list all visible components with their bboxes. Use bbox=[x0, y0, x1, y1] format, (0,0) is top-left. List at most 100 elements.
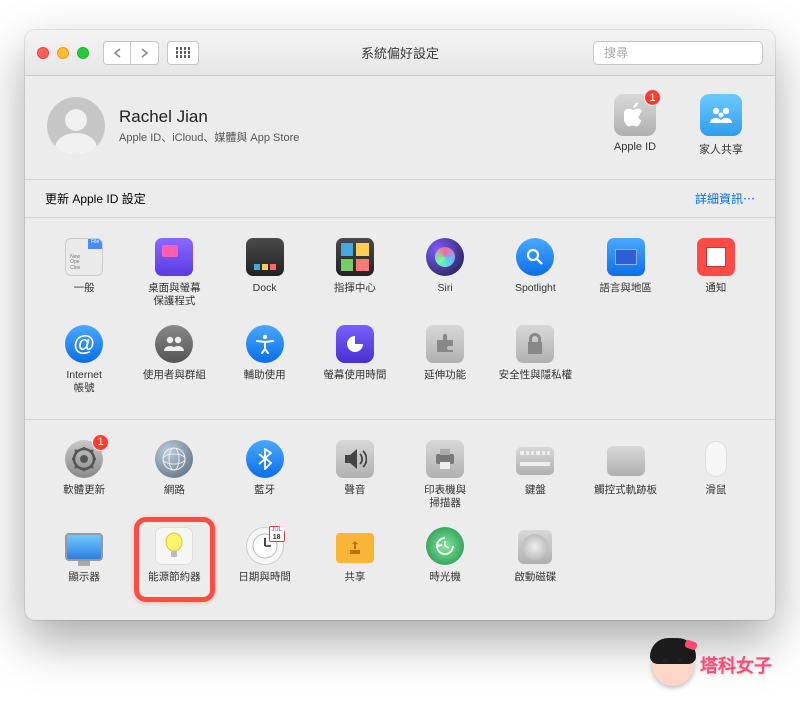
trackpad-icon bbox=[606, 439, 646, 479]
desktop-icon bbox=[154, 237, 194, 277]
network-icon bbox=[154, 439, 194, 479]
pref-accessibility[interactable]: 輔助使用 bbox=[220, 319, 310, 400]
pref-datetime[interactable]: JUL18日期與時間 bbox=[220, 521, 310, 602]
pref-label: 桌面與螢幕保護程式 bbox=[148, 282, 201, 308]
back-button[interactable] bbox=[103, 41, 131, 65]
section-2: 1 軟體更新 網路 藍牙聲音 印表機與掃描器鍵盤 觸控式軌跡板 滑鼠 顯示器 能源節約器 JUL… bbox=[25, 420, 775, 620]
badge: 1 bbox=[644, 89, 661, 106]
mouse-icon bbox=[696, 439, 736, 479]
pref-software[interactable]: 1 軟體更新 bbox=[39, 434, 129, 515]
pref-sound[interactable]: 聲音 bbox=[310, 434, 400, 515]
pref-bluetooth[interactable]: 藍牙 bbox=[220, 434, 310, 515]
pref-label: Siri bbox=[438, 282, 453, 308]
pref-label: 共享 bbox=[344, 571, 365, 597]
pref-trackpad[interactable]: 觸控式軌跡板 bbox=[581, 434, 671, 515]
family-label: 家人共享 bbox=[699, 141, 743, 157]
pref-extensions[interactable]: 延伸功能 bbox=[400, 319, 490, 400]
pref-spotlight[interactable]: Spotlight bbox=[490, 232, 580, 313]
pref-label: 安全性與隱私權 bbox=[499, 369, 573, 395]
family-item[interactable]: 家人共享 bbox=[689, 94, 753, 157]
pref-dock[interactable]: Dock bbox=[220, 232, 310, 313]
pref-siri[interactable]: Siri bbox=[400, 232, 490, 313]
pref-timemachine[interactable]: 時光機 bbox=[400, 521, 490, 602]
chevron-right-icon bbox=[140, 48, 149, 58]
extensions-icon bbox=[425, 324, 465, 364]
pref-network[interactable]: 網路 bbox=[129, 434, 219, 515]
pref-label: 語言與地區 bbox=[599, 282, 652, 308]
profile-row: Rachel Jian Apple ID、iCloud、媒體與 App Stor… bbox=[25, 76, 775, 180]
dock-icon bbox=[245, 237, 285, 277]
pref-notifications[interactable]: 通知 bbox=[671, 232, 761, 313]
pref-label: Spotlight bbox=[515, 282, 556, 308]
search-input[interactable] bbox=[604, 46, 759, 60]
pref-label: 輔助使用 bbox=[244, 369, 286, 395]
pref-sharing[interactable]: 共享 bbox=[310, 521, 400, 602]
timemachine-icon bbox=[425, 526, 465, 566]
pref-printers[interactable]: 印表機與掃描器 bbox=[400, 434, 490, 515]
pref-general[interactable]: FileNewOpeClos一般 bbox=[39, 232, 129, 313]
people-icon bbox=[707, 105, 735, 125]
pref-label: 延伸功能 bbox=[424, 369, 466, 395]
side-icons: 1 Apple ID 家人共享 bbox=[603, 94, 753, 157]
apple-id-label: Apple ID bbox=[614, 141, 656, 153]
badge: 1 bbox=[92, 434, 109, 451]
pref-language[interactable]: 語言與地區 bbox=[581, 232, 671, 313]
general-icon: FileNewOpeClos bbox=[64, 237, 104, 277]
minimize-button[interactable] bbox=[57, 47, 69, 59]
spotlight-icon bbox=[515, 237, 555, 277]
pref-users[interactable]: 使用者與群組 bbox=[129, 319, 219, 400]
pref-keyboard[interactable]: 鍵盤 bbox=[490, 434, 580, 515]
watermark-text: 塔科女子 bbox=[700, 652, 772, 678]
sharing-icon bbox=[335, 526, 375, 566]
traffic-lights bbox=[37, 47, 89, 59]
titlebar: 系統偏好設定 bbox=[25, 30, 775, 76]
family-icon bbox=[700, 94, 742, 136]
energy-icon bbox=[154, 526, 194, 566]
chevron-left-icon bbox=[113, 48, 122, 58]
profile-text: Rachel Jian Apple ID、iCloud、媒體與 App Stor… bbox=[119, 107, 299, 145]
pref-label: 觸控式軌跡板 bbox=[594, 484, 657, 510]
forward-button[interactable] bbox=[131, 41, 159, 65]
pref-label: 使用者與群組 bbox=[143, 369, 206, 395]
avatar[interactable] bbox=[47, 97, 105, 155]
security-icon bbox=[515, 324, 555, 364]
pref-displays[interactable]: 顯示器 bbox=[39, 521, 129, 602]
apple-logo-icon bbox=[624, 102, 646, 128]
pref-label: 網路 bbox=[164, 484, 185, 510]
pref-internet[interactable]: @Internet帳號 bbox=[39, 319, 129, 400]
sound-icon bbox=[335, 439, 375, 479]
search-field[interactable] bbox=[593, 41, 763, 65]
pref-label: Internet帳號 bbox=[66, 369, 102, 395]
pref-startup[interactable]: 啟動磁碟 bbox=[490, 521, 580, 602]
pref-label: 能源節約器 bbox=[148, 571, 201, 597]
pref-screentime[interactable]: 螢幕使用時間 bbox=[310, 319, 400, 400]
pref-label: Dock bbox=[253, 282, 277, 308]
pref-label: 鍵盤 bbox=[525, 484, 546, 510]
users-icon bbox=[154, 324, 194, 364]
pref-security[interactable]: 安全性與隱私權 bbox=[490, 319, 580, 400]
notice-link[interactable]: 詳細資訊⋯ bbox=[695, 190, 755, 207]
printers-icon bbox=[425, 439, 465, 479]
siri-icon bbox=[425, 237, 465, 277]
apple-id-item[interactable]: 1 Apple ID bbox=[603, 94, 667, 157]
pref-label: 軟體更新 bbox=[63, 484, 105, 510]
watermark-face-icon bbox=[652, 644, 694, 686]
pref-label: 通知 bbox=[705, 282, 726, 308]
show-all-button[interactable] bbox=[167, 41, 199, 65]
displays-icon bbox=[64, 526, 104, 566]
pref-mouse[interactable]: 滑鼠 bbox=[671, 434, 761, 515]
maximize-button[interactable] bbox=[77, 47, 89, 59]
pref-energy[interactable]: 能源節約器 bbox=[129, 521, 219, 602]
pref-label: 滑鼠 bbox=[705, 484, 726, 510]
close-button[interactable] bbox=[37, 47, 49, 59]
pref-label: 聲音 bbox=[344, 484, 365, 510]
pref-mission[interactable]: 指揮中心 bbox=[310, 232, 400, 313]
notice-bar: 更新 Apple ID 設定 詳細資訊⋯ bbox=[25, 180, 775, 218]
pref-grid-1: FileNewOpeClos一般桌面與螢幕保護程式 Dock 指揮中心 Siri Spo… bbox=[39, 232, 761, 313]
pref-label: 指揮中心 bbox=[334, 282, 376, 308]
pref-label: 顯示器 bbox=[68, 571, 100, 597]
keyboard-icon bbox=[515, 439, 555, 479]
accessibility-icon bbox=[245, 324, 285, 364]
pref-desktop[interactable]: 桌面與螢幕保護程式 bbox=[129, 232, 219, 313]
pref-label: 啟動磁碟 bbox=[514, 571, 556, 597]
